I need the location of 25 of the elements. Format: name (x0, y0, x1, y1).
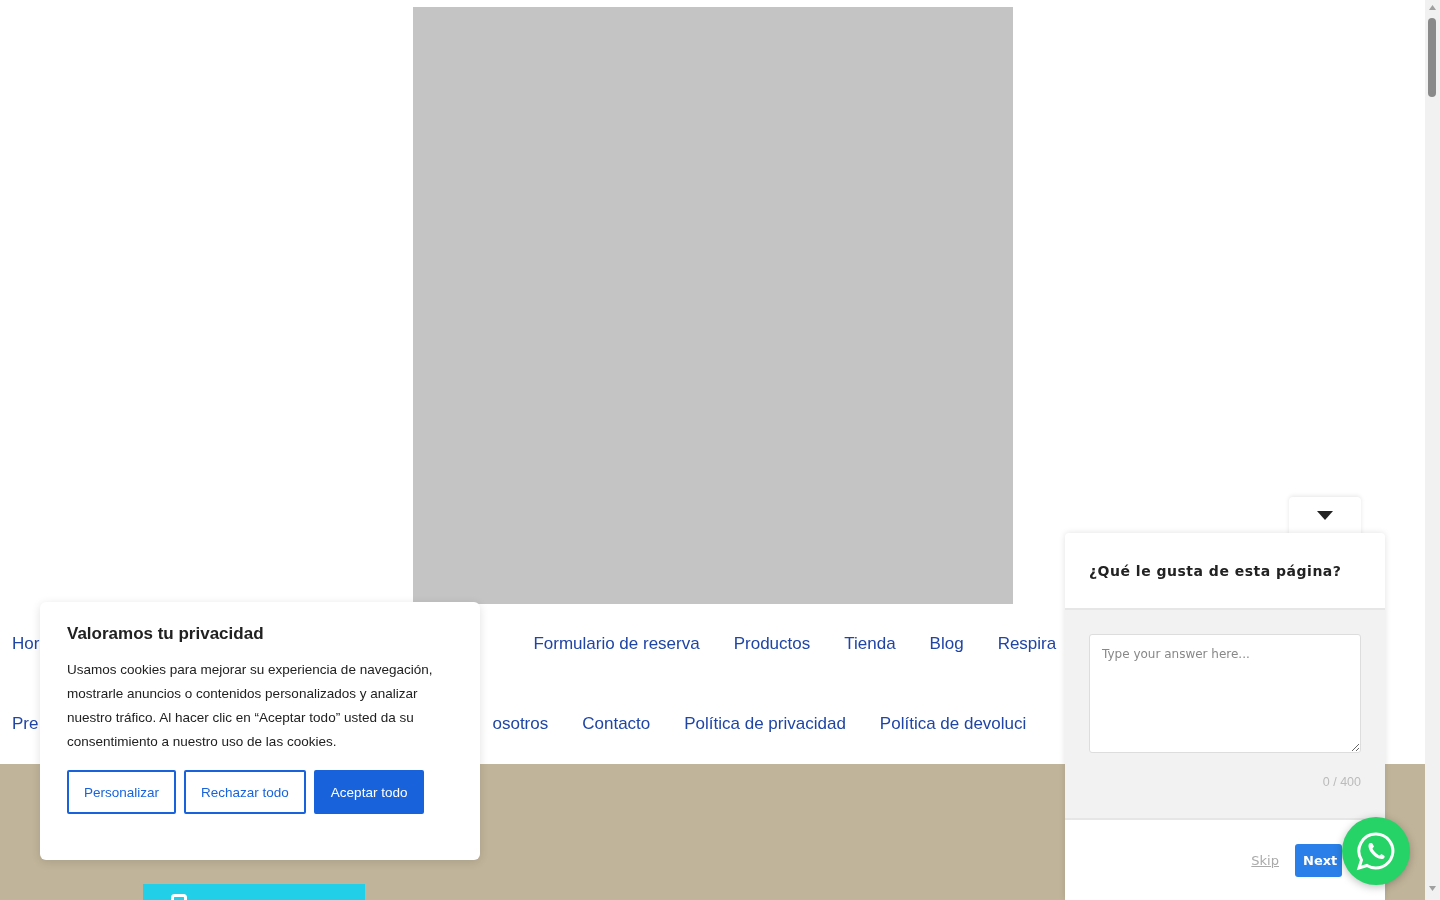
nav-link[interactable]: osotros (492, 714, 549, 734)
survey-question: ¿Qué le gusta de esta página? (1089, 562, 1342, 579)
phone-bubble-icon (1356, 831, 1396, 871)
consent-button[interactable]: Rechazar todo (184, 770, 306, 814)
consent-button[interactable]: Aceptar todo (313, 770, 425, 814)
consent-button[interactable]: Personalizar (67, 770, 177, 814)
nav-link[interactable]: Política de devoluci (879, 714, 1027, 734)
caret-icon (1317, 511, 1333, 520)
nav-link[interactable]: Productos (733, 634, 811, 654)
banner-text: Usamos cookies para mejorar su experiencia de navegación, mostrarle anuncios o contenidos personalizados y analizar nuestro tráfico. Al hacer clic en “Aceptar todo” usted da su consentimiento a nuestro uso de las cookies. (67, 661, 434, 751)
nav-link[interactable]: Formulario de reserva (533, 634, 700, 654)
scrollbar[interactable] (1425, 0, 1440, 900)
banner-title: Valoramos tu privacidad (67, 624, 265, 644)
scrollbar-thumb[interactable] (1428, 18, 1436, 97)
nav-link[interactable]: Tienda (844, 634, 896, 654)
nav-link[interactable]: Pre (12, 714, 39, 734)
nav-link[interactable]: Blog (929, 634, 964, 654)
answer-field[interactable]: Type your answer here... (1089, 634, 1361, 753)
nav-link[interactable]: Hor (12, 634, 40, 654)
next-button[interactable]: Next (1295, 844, 1342, 877)
nav-link[interactable]: Contacto (582, 714, 651, 734)
nav-link[interactable]: Respira (997, 634, 1057, 654)
nav-link[interactable]: Política de privacidad (684, 714, 846, 734)
scroll-down-icon[interactable] (1429, 886, 1436, 891)
scroll-up-icon[interactable] (1429, 5, 1436, 10)
